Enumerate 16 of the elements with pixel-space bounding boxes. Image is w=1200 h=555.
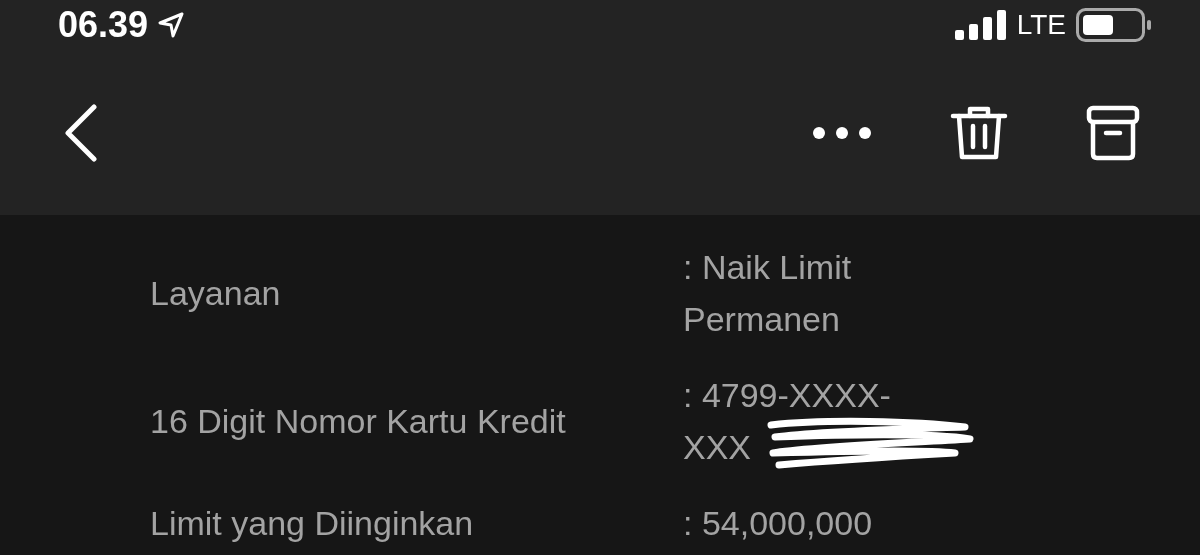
field-value: Permanen bbox=[683, 299, 840, 340]
status-time: 06.39 bbox=[58, 4, 149, 46]
more-icon[interactable] bbox=[812, 125, 872, 140]
archive-icon[interactable] bbox=[1086, 104, 1140, 161]
field-label: Layanan bbox=[150, 273, 282, 314]
field-value: : 4799-XXXX- bbox=[683, 375, 891, 416]
location-arrow-icon bbox=[158, 12, 185, 38]
back-icon[interactable] bbox=[64, 103, 98, 162]
field-value: XXX bbox=[683, 427, 752, 468]
signal-icon bbox=[954, 10, 1009, 40]
field-label: Limit yang Diinginkan bbox=[150, 503, 475, 544]
field-label: 16 Digit Nomor Kartu Kredit bbox=[150, 401, 567, 442]
field-value: : Naik Limit bbox=[683, 247, 852, 288]
network-label: LTE bbox=[1016, 9, 1066, 41]
battery-icon bbox=[1076, 8, 1152, 42]
field-value: : 54,000,000 bbox=[683, 503, 873, 544]
